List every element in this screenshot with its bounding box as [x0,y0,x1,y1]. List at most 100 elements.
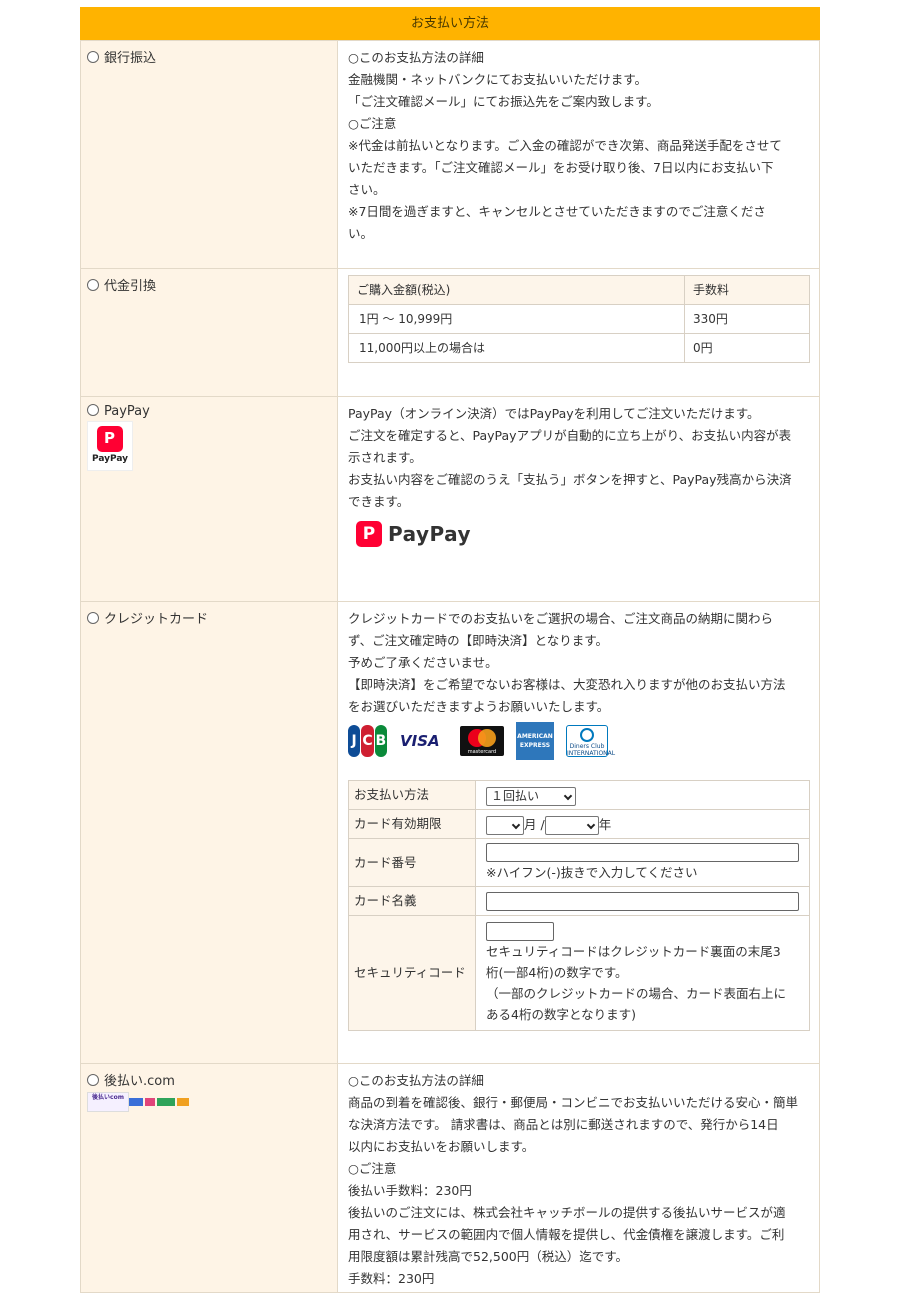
bank-line: ○このお支払方法の詳細 [348,50,484,65]
credit-line: クレジットカードでのお支払いをご選択の場合、ご注文商品の納期に関わら [348,611,774,626]
credit-line: をお選びいただきますようお願いいたします。 [348,699,610,714]
atobarai-line: 用され、サービスの範囲内で個人情報を提供し、代金債権を譲渡します。ご利 [348,1227,785,1242]
credit-line: 【即時決済】をご希望でないお客様は、大変恐れ入りますが他のお支払い方法 [348,677,786,692]
atobarai-radio[interactable] [87,1074,99,1086]
paypay-icon: P [356,521,382,547]
bank-line: ※7日間を過ぎますと、キャンセルとさせていただきますのでご注意くださ [348,204,766,219]
cod-description: ご購入金額(税込) 手数料 1円 ～ 10,999円 330円 11,000円以… [337,268,820,397]
paypay-line: 示されます。 [348,450,422,465]
paypay-line: PayPay（オンライン決済）ではPayPayを利用してご注文いただけます。 [348,406,760,421]
card-number-cell: ※ハイフン(-)抜きで入力してください [475,838,810,887]
atobarai-line: 後払い手数料：230円 [348,1183,472,1198]
paypay-logo-large: P PayPay [356,521,809,547]
expiry-year-suffix: 年 [598,816,612,832]
paypay-radio[interactable] [87,404,99,416]
credit-line: ず、ご注文確定時の【即時決済】となります。 [348,633,609,648]
cod-radio[interactable] [87,279,99,291]
bank-line: ※代金は前払いとなります。ご入金の確認ができ次第、商品発送手配をさせて [348,138,782,153]
expiry-month-suffix: 月 / [524,816,545,832]
card-number-input[interactable] [486,842,799,862]
security-code-note: （一部のクレジットカードの場合、カード表面右上に [486,985,787,1001]
card-name-cell [475,886,810,916]
atobarai-description: ○このお支払方法の詳細 商品の到着を確認後、銀行・郵便局・コンビニでお支払いいた… [337,1063,820,1293]
card-name-label: カード名義 [348,886,476,916]
table-row: 11,000円以上の場合は 0円 [348,333,810,363]
payment-count-select[interactable]: １回払い [486,786,576,806]
expiry-year-select[interactable] [544,815,599,835]
card-form: お支払い方法 １回払い カード有効期限 月 / 年 カード番号 ※ハイフン(-)… [348,780,810,1031]
paypay-label: PayPay [104,404,150,419]
cod-fee-table: ご購入金額(税込) 手数料 1円 ～ 10,999円 330円 11,000円以… [348,275,810,363]
atobarai-line: 手数料：230円 [348,1271,435,1286]
expiry-label: カード有効期限 [348,809,476,839]
atobarai-line: 以内にお支払いをお願いします。 [348,1139,535,1154]
paypay-line: お支払い内容をご確認のうえ「支払う」ボタンを押すと、PayPay残高から決済 [348,472,792,487]
bank-radio[interactable] [87,51,99,63]
cod-fee-cell: 330円 [684,304,810,334]
payment-count-value: １回払い [491,788,540,803]
paypay-description: PayPay（オンライン決済）ではPayPayを利用してご注文いただけます。 ご… [337,396,820,602]
card-number-label: カード番号 [348,838,476,887]
credit-description: クレジットカードでのお支払いをご選択の場合、ご注文商品の納期に関わら ず、ご注文… [337,601,820,1064]
section-header: お支払い方法 [80,7,820,40]
payment-count-cell: １回払い [475,780,810,810]
payment-section: お支払い方法 銀行振込 ○このお支払方法の詳細 金融機関・ネットバンクにてお支払… [80,7,820,1293]
bank-label: 銀行振込 [104,51,157,66]
card-brand-logos: JCB VISA mastercard AMERICAN EXPRESS Din… [348,722,809,760]
paypay-icon: P [97,426,123,452]
paypay-logo-large-text: PayPay [388,522,472,546]
paypay-line: できます。 [348,494,410,509]
paypay-logo-small: P PayPay [87,421,133,471]
diners-logo: Diners Club INTERNATIONAL [566,725,615,757]
credit-label: クレジットカード [104,612,209,627]
method-cell-atobarai[interactable]: 後払い.com 後払いcom [80,1063,338,1293]
card-form-row-expiry: カード有効期限 月 / 年 [348,809,810,839]
atobarai-line: 後払いのご注文には、株式会社キャッチボールの提供する後払いサービスが適 [348,1205,786,1220]
payment-methods-table: 銀行振込 ○このお支払方法の詳細 金融機関・ネットバンクにてお支払いいただけます… [80,40,820,1293]
method-cell-bank[interactable]: 銀行振込 [80,40,338,269]
atobarai-line: な決済方法です。 請求書は、商品とは別に郵送されますので、発行から14日 [348,1117,779,1132]
cod-amount-cell: 1円 ～ 10,999円 [348,304,685,334]
jcb-logo: JCB [348,725,388,757]
cod-label: 代金引換 [104,279,157,294]
payment-count-label: お支払い方法 [348,780,476,810]
security-code-label: セキュリティコード [348,915,476,1031]
cod-col-fee: 手数料 [684,275,810,305]
atobarai-logo: 後払いcom [87,1092,331,1112]
bank-line: いただきます。「ご注文確認メール」をお受け取り後、7日以内にお支払い下 [348,160,774,175]
method-row-paypay: PayPay P PayPay PayPay（オンライン決済）ではPayPayを… [80,396,820,602]
method-cell-cod[interactable]: 代金引換 [80,268,338,397]
bank-description: ○このお支払方法の詳細 金融機関・ネットバンクにてお支払いいただけます。 「ご注… [337,40,820,269]
bank-line: い。 [348,226,374,241]
bank-line: さい。 [348,182,386,197]
cod-amount-cell: 11,000円以上の場合は [348,333,685,363]
method-cell-paypay[interactable]: PayPay P PayPay [80,396,338,602]
credit-radio[interactable] [87,612,99,624]
card-number-note: ※ハイフン(-)抜きで入力してください [486,864,698,880]
amex-logo: AMERICAN EXPRESS [516,722,554,760]
security-code-input[interactable] [486,921,554,941]
method-row-cod: 代金引換 ご購入金額(税込) 手数料 1円 ～ 10,999円 330円 11,… [80,268,820,397]
paypay-logo-small-text: PayPay [91,454,129,464]
atobarai-line: 用限度額は累計残高で52,500円（税込）迄です。 [348,1249,628,1264]
card-name-input[interactable] [486,891,799,911]
bank-line: ○ご注意 [348,116,397,131]
card-form-row-number: カード番号 ※ハイフン(-)抜きで入力してください [348,838,810,887]
security-code-note: ある4桁の数字となります) [486,1006,636,1022]
atobarai-brand: 後払いcom [87,1092,129,1112]
card-form-row-name: カード名義 [348,886,810,916]
mastercard-logo: mastercard [460,726,504,756]
atobarai-line: ○ご注意 [348,1161,397,1176]
atobarai-label: 後払い.com [104,1074,175,1089]
credit-line: 予めご了承くださいませ。 [348,655,498,670]
expiry-month-select[interactable] [486,815,524,835]
visa-logo: VISA [400,732,440,750]
card-form-row-payment: お支払い方法 １回払い [348,780,810,810]
atobarai-line: 商品の到着を確認後、銀行・郵便局・コンビニでお支払いいただける安心・簡単 [348,1095,799,1110]
security-code-cell: セキュリティコードはクレジットカード裏面の末尾3 桁(一部4桁)の数字です。 （… [475,915,810,1031]
chevron-down-icon [511,820,521,829]
table-row: 1円 ～ 10,999円 330円 [348,304,810,334]
bank-line: 金融機関・ネットバンクにてお支払いいただけます。 [348,72,648,87]
expiry-cell: 月 / 年 [475,809,810,839]
method-cell-credit[interactable]: クレジットカード [80,601,338,1064]
